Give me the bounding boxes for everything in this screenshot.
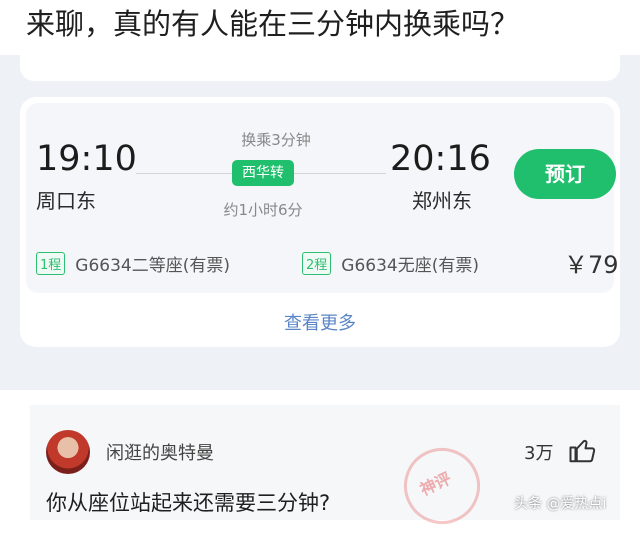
ticket-screenshot: 19:10 周口东 换乘3分钟 西华转 约1小时6分 20:16 郑州东 预订 … bbox=[0, 55, 640, 390]
stamp-text: 神评 bbox=[417, 468, 455, 500]
comment-username[interactable]: 闲逛的奥特曼 bbox=[106, 439, 214, 465]
comment-section: 闲逛的奥特曼 神评 3万 你从座位站起来还需要三分钟? 头条 @爱热点i bbox=[0, 405, 640, 537]
leg-2-text: G6634无座(有票) bbox=[341, 256, 479, 276]
leg-1: 1程 G6634二等座(有票) bbox=[36, 251, 230, 276]
route-panel: 19:10 周口东 换乘3分钟 西华转 约1小时6分 20:16 郑州东 预订 … bbox=[26, 103, 619, 293]
departure-time: 19:10 bbox=[36, 139, 137, 179]
transfer-station-badge: 西华转 bbox=[232, 160, 294, 186]
leg-1-tag: 1程 bbox=[36, 252, 66, 275]
leg-2-tag: 2程 bbox=[302, 252, 332, 275]
like-count: 3万 bbox=[524, 443, 554, 464]
train-card[interactable]: 19:10 周口东 换乘3分钟 西华转 约1小时6分 20:16 郑州东 预订 … bbox=[20, 97, 620, 347]
watermark: 头条 @爱热点i bbox=[514, 496, 607, 512]
thumbs-up-icon[interactable] bbox=[568, 435, 598, 465]
book-button[interactable]: 预订 bbox=[514, 149, 616, 199]
ticket-price: ￥79 bbox=[564, 251, 619, 279]
departure-station: 周口东 bbox=[36, 189, 96, 213]
view-more-link[interactable]: 查看更多 bbox=[20, 309, 620, 335]
comment-text: 你从座位站起来还需要三分钟? bbox=[46, 491, 331, 515]
transfer-info: 换乘3分钟 bbox=[241, 131, 311, 149]
avatar[interactable] bbox=[46, 430, 90, 474]
leg-2: 2程 G6634无座(有票) bbox=[302, 251, 479, 276]
arrival-station: 郑州东 bbox=[412, 189, 472, 213]
leg-1-text: G6634二等座(有票) bbox=[75, 256, 230, 276]
post-title: 来聊，真的有人能在三分钟内换乘吗？ bbox=[26, 7, 520, 41]
trip-duration: 约1小时6分 bbox=[223, 201, 303, 219]
arrival-time: 20:16 bbox=[390, 139, 491, 179]
previous-card-edge bbox=[20, 55, 620, 81]
